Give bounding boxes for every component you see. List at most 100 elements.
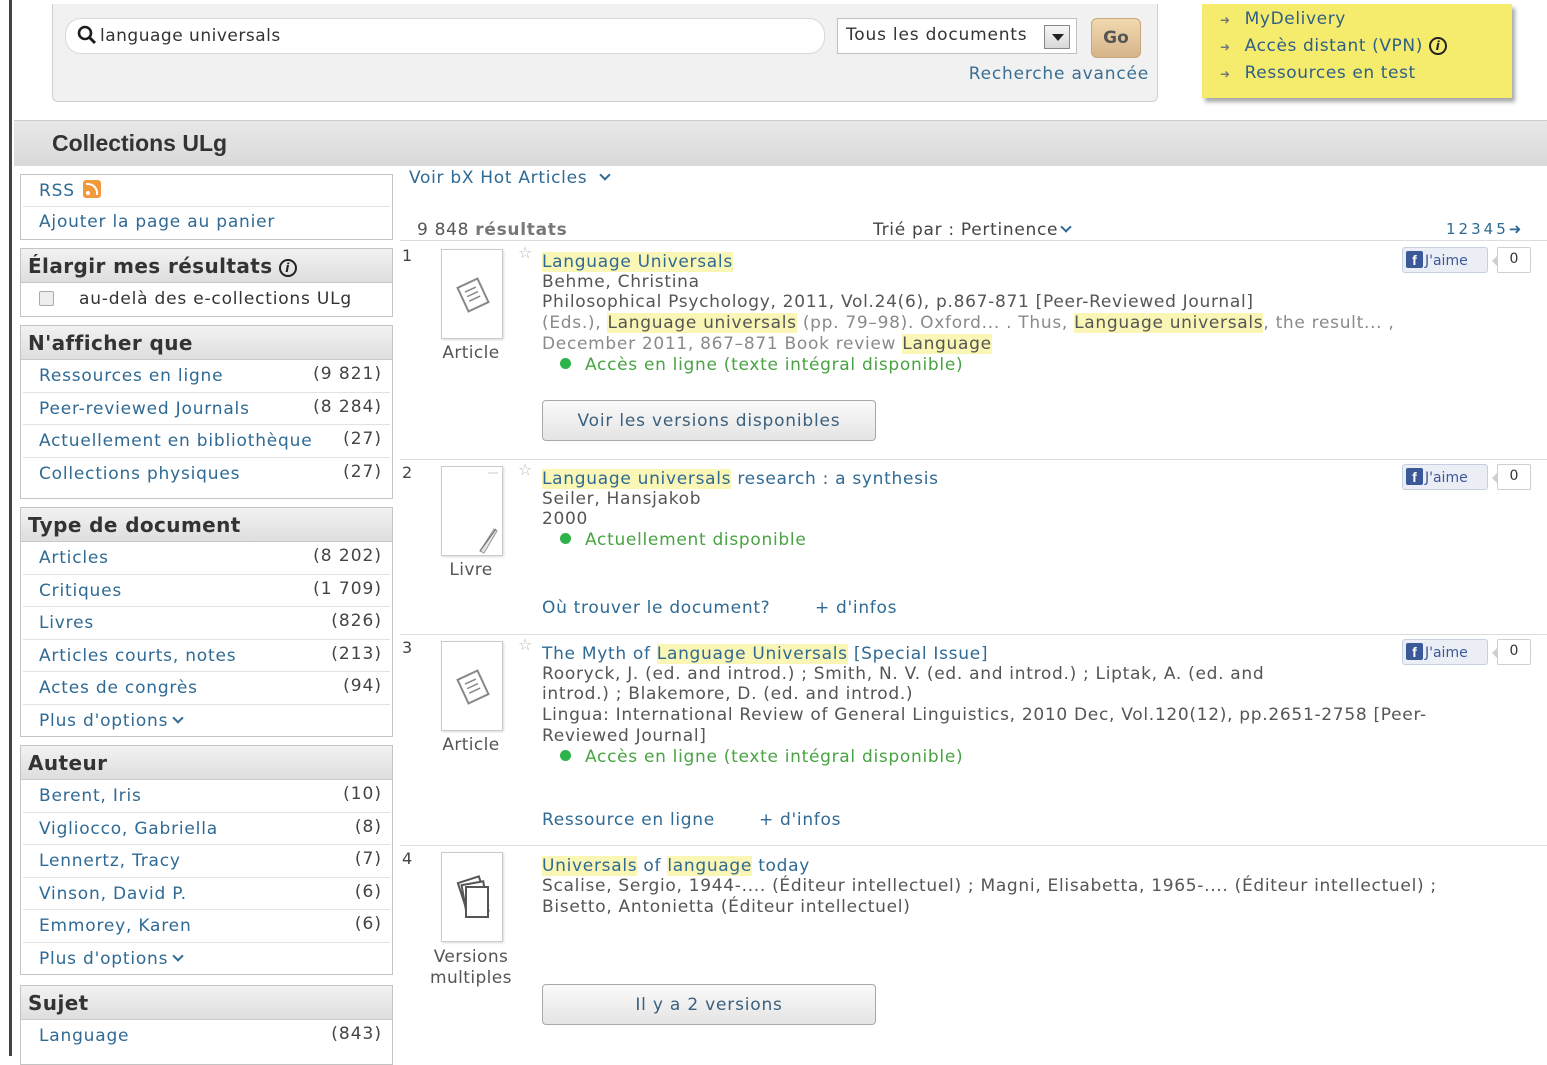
online-resource-link[interactable]: Ressource en ligne bbox=[542, 810, 715, 830]
facebook-like-button[interactable]: f J'aime bbox=[1402, 247, 1488, 273]
facebook-icon: f bbox=[1406, 468, 1423, 485]
expand-option[interactable]: au-delà des e-collections ULg bbox=[23, 283, 390, 316]
book-thumbnail[interactable] bbox=[441, 466, 503, 556]
page-link[interactable]: 1 bbox=[1446, 220, 1459, 238]
page-title: Collections ULg bbox=[52, 130, 228, 156]
result-source: 2000 bbox=[542, 509, 589, 529]
scope-select[interactable]: Tous les documents bbox=[837, 18, 1077, 54]
rss-link[interactable]: RSS bbox=[23, 175, 390, 207]
status-dot-icon bbox=[560, 358, 571, 369]
more-info-link[interactable]: + d'infos bbox=[759, 810, 841, 830]
quick-link-mydelivery[interactable]: ➜ MyDelivery bbox=[1220, 9, 1346, 29]
facet-item[interactable]: Actes de congrès (94) bbox=[23, 672, 390, 705]
hot-articles-link[interactable]: Voir bX Hot Articles bbox=[409, 168, 611, 188]
availability-status: Accès en ligne (texte intégral disponibl… bbox=[542, 355, 963, 375]
result-author: Bisetto, Antonietta (Éditeur intellectue… bbox=[542, 897, 911, 917]
facet-item[interactable]: Livres (826) bbox=[23, 607, 390, 640]
facet-item[interactable]: Actuellement en bibliothèque (27) bbox=[23, 425, 390, 458]
quick-link-test-resources[interactable]: ➜ Ressources en test bbox=[1220, 63, 1416, 83]
chevron-down-icon bbox=[172, 711, 184, 724]
facet-item[interactable]: Ressources en ligne (9 821) bbox=[23, 360, 390, 393]
result-title[interactable]: Language Universals bbox=[542, 252, 733, 272]
result-title[interactable]: Universals of language today bbox=[542, 856, 810, 876]
scope-selected: Tous les documents bbox=[846, 25, 1028, 45]
facet-item[interactable]: Emmorey, Karen (6) bbox=[23, 910, 390, 943]
facet-item[interactable]: Peer-reviewed Journals (8 284) bbox=[23, 393, 390, 425]
chevron-down-icon[interactable] bbox=[1044, 25, 1070, 49]
result-number: 3 bbox=[402, 638, 413, 657]
facebook-icon: f bbox=[1406, 643, 1423, 660]
more-info-link[interactable]: + d'infos bbox=[815, 598, 897, 618]
doc-type-heading: Type de document bbox=[21, 508, 392, 542]
rss-icon bbox=[82, 180, 101, 198]
search-panel: language universals Tous les documents G… bbox=[52, 4, 1158, 102]
more-options-link[interactable]: Plus d'options bbox=[23, 705, 390, 738]
result-author: Behme, Christina bbox=[542, 272, 700, 292]
like-count: 0 bbox=[1492, 464, 1531, 490]
search-input[interactable]: language universals bbox=[65, 18, 825, 54]
search-icon bbox=[77, 25, 97, 45]
facet-item[interactable]: Critiques (1 709) bbox=[23, 575, 390, 607]
like-count: 0 bbox=[1492, 639, 1531, 665]
result-type: Versions bbox=[433, 947, 509, 967]
sort-control[interactable]: Trié par : Pertinence bbox=[873, 220, 1072, 240]
info-icon[interactable]: i bbox=[278, 259, 297, 277]
result-type: multiples bbox=[430, 968, 512, 988]
like-count: 0 bbox=[1492, 247, 1531, 273]
facet-item[interactable]: Collections physiques (27) bbox=[23, 458, 390, 491]
versions-button[interactable]: Il y a 2 versions bbox=[542, 984, 876, 1025]
result-snippet: (Eds.), Language universals (pp. 79–98).… bbox=[542, 313, 1395, 333]
divider bbox=[400, 240, 1547, 241]
facet-item[interactable]: Lennertz, Tracy (7) bbox=[23, 845, 390, 878]
article-icon bbox=[456, 669, 490, 705]
author-heading: Auteur bbox=[21, 746, 392, 780]
result-title[interactable]: Language universals research : a synthes… bbox=[542, 469, 939, 489]
chevron-down-icon bbox=[172, 949, 184, 962]
advanced-search-link[interactable]: Recherche avancée bbox=[969, 64, 1149, 84]
divider bbox=[400, 459, 1547, 460]
view-versions-button[interactable]: Voir les versions disponibles bbox=[542, 400, 876, 441]
facet-item[interactable]: Articles courts, notes (213) bbox=[23, 640, 390, 672]
info-icon[interactable]: i bbox=[1428, 37, 1447, 55]
result-type: Article bbox=[442, 735, 500, 755]
divider bbox=[400, 634, 1547, 635]
result-number: 4 bbox=[402, 849, 413, 868]
facet-item[interactable]: Articles (8 202) bbox=[23, 542, 390, 575]
facet-item[interactable]: Berent, Iris (10) bbox=[23, 780, 390, 813]
star-icon[interactable]: ☆ bbox=[518, 460, 532, 479]
more-options-link[interactable]: Plus d'options bbox=[23, 943, 390, 976]
facet-item[interactable]: Vigliocco, Gabriella (8) bbox=[23, 813, 390, 845]
sidebar-actions: RSS Ajouter la page au panier bbox=[20, 174, 393, 240]
article-thumbnail[interactable] bbox=[441, 249, 503, 339]
next-arrow-icon[interactable]: ➜ bbox=[1509, 220, 1522, 238]
add-to-basket-link[interactable]: Ajouter la page au panier bbox=[23, 207, 390, 239]
show-only-box: N'afficher que Ressources en ligne (9 821… bbox=[20, 325, 393, 499]
page-link[interactable]: 4 bbox=[1484, 220, 1497, 238]
result-title[interactable]: The Myth of Language Universals [Special… bbox=[542, 644, 988, 664]
quick-link-vpn[interactable]: ➜ Accès distant (VPN) i bbox=[1220, 36, 1447, 56]
availability-status: Actuellement disponible bbox=[542, 530, 806, 550]
result-author: Rooryck, J. (ed. and introd.) ; Smith, N… bbox=[542, 664, 1265, 684]
star-icon[interactable]: ☆ bbox=[518, 635, 532, 654]
result-author: introd.) ; Blakemore, D. (ed. and introd… bbox=[542, 684, 914, 704]
expand-checkbox[interactable] bbox=[39, 291, 54, 306]
facet-item[interactable]: Language (843) bbox=[23, 1020, 390, 1053]
go-button[interactable]: Go bbox=[1091, 18, 1141, 58]
facebook-icon: f bbox=[1406, 251, 1423, 268]
result-type: Article bbox=[442, 343, 500, 363]
multiple-versions-icon bbox=[456, 875, 490, 918]
facebook-like-button[interactable]: f J'aime bbox=[1402, 464, 1488, 490]
facet-item[interactable]: Vinson, David P. (6) bbox=[23, 878, 390, 910]
result-snippet: December 2011, 867–871 Book review Langu… bbox=[542, 334, 992, 354]
multiple-versions-thumbnail[interactable] bbox=[441, 852, 503, 942]
pagination: 12345➜ bbox=[1446, 220, 1521, 238]
find-document-link[interactable]: Où trouver le document? bbox=[542, 598, 770, 618]
page-link[interactable]: 2 bbox=[1459, 220, 1472, 238]
page-link[interactable]: 5 bbox=[1496, 220, 1509, 238]
page-link[interactable]: 3 bbox=[1471, 220, 1484, 238]
show-only-heading: N'afficher que bbox=[21, 326, 392, 360]
facebook-like-button[interactable]: f J'aime bbox=[1402, 639, 1488, 665]
star-icon[interactable]: ☆ bbox=[518, 243, 532, 262]
result-author: Scalise, Sergio, 1944-.... (Éditeur inte… bbox=[542, 876, 1437, 896]
article-thumbnail[interactable] bbox=[441, 641, 503, 731]
